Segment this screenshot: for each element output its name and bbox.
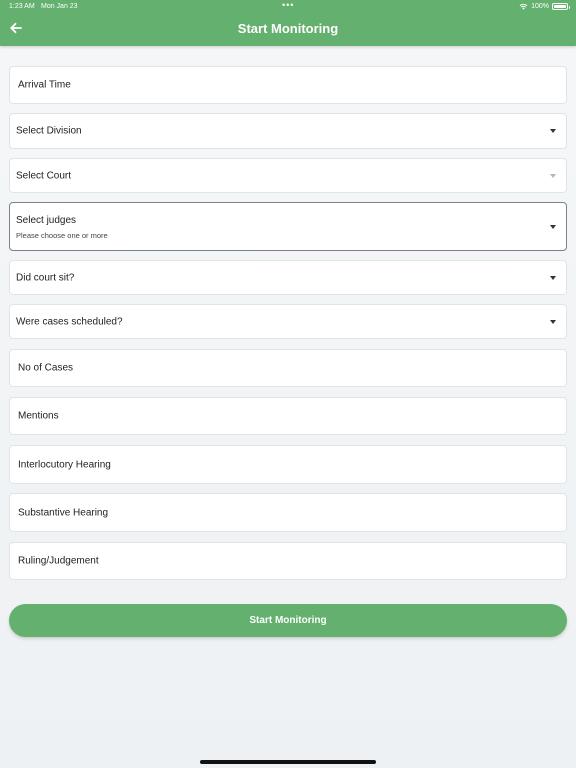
wifi-icon [519,3,528,10]
no-of-cases-field[interactable]: No of Cases [9,349,567,387]
judges-hint: Please choose one or more [16,231,108,240]
chevron-down-icon [550,173,556,178]
judges-label: Select judges [16,215,77,226]
status-time: 1:23 AM [9,3,35,10]
division-select[interactable]: Select Division [9,113,567,149]
court-sat-label: Did court sit? [16,272,75,283]
substantive-hearing-field[interactable]: Substantive Hearing [9,493,567,532]
cases-scheduled-label: Were cases scheduled? [16,316,123,327]
court-select[interactable]: Select Court [9,158,567,193]
chevron-down-icon [550,319,556,324]
start-monitoring-button[interactable]: Start Monitoring [9,604,567,637]
substantive-hearing-label: Substantive Hearing [18,507,109,518]
chevron-down-icon [550,129,556,133]
status-date: Mon Jan 23 [41,3,78,10]
page-title: Start Monitoring [237,21,339,36]
no-of-cases-label: No of Cases [18,362,74,374]
battery-icon [552,3,570,10]
arrival-time-label: Arrival Time [18,79,71,91]
cases-scheduled-select[interactable]: Were cases scheduled? [9,304,567,339]
division-label: Select Division [16,125,82,137]
home-indicator[interactable] [200,760,376,764]
court-label: Select Court [16,170,72,181]
app-header: 1:23 AM Mon Jan 23 ••• 100% Start Monito… [0,0,576,46]
interlocutory-hearing-field[interactable]: Interlocutory Hearing [9,445,567,484]
arrival-time-field[interactable]: Arrival Time [9,66,567,104]
mentions-label: Mentions [18,410,59,422]
status-bar: 1:23 AM Mon Jan 23 ••• 100% [0,0,576,14]
judges-multiselect[interactable]: Select judges Please choose one or more [9,202,567,251]
mentions-field[interactable]: Mentions [9,397,567,435]
interlocutory-hearing-label: Interlocutory Hearing [18,459,111,470]
ruling-judgement-field[interactable]: Ruling/Judgement [9,542,567,580]
court-sat-select[interactable]: Did court sit? [9,260,567,295]
battery-percent: 100% [531,3,549,10]
ruling-judgement-label: Ruling/Judgement [18,555,99,567]
multitasking-dots[interactable]: ••• [282,0,294,10]
chevron-down-icon [550,224,556,229]
status-right: 100% [519,3,570,10]
chevron-down-icon [550,275,556,280]
